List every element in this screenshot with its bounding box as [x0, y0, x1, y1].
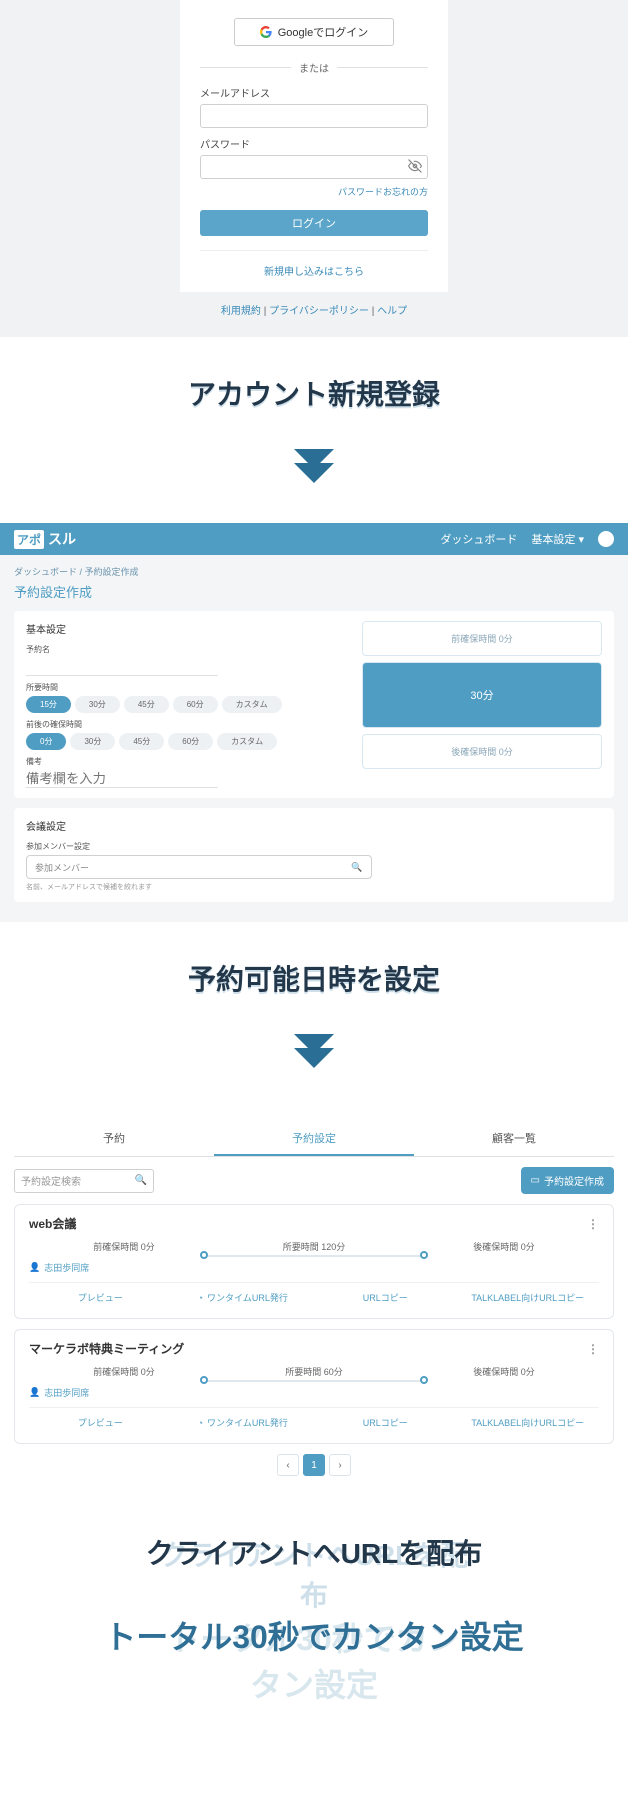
more-icon[interactable]: ⋮: [587, 1217, 599, 1231]
duration-option[interactable]: 60分: [173, 696, 218, 713]
duration-option[interactable]: 30分: [75, 696, 120, 713]
nav-settings[interactable]: 基本設定 ▾: [531, 531, 584, 547]
action-copy-url[interactable]: URLコピー: [314, 1283, 457, 1312]
action-preview[interactable]: プレビュー: [29, 1283, 172, 1312]
duration-option[interactable]: 15分: [26, 696, 71, 713]
tab-reservations[interactable]: 予約: [14, 1122, 214, 1156]
buffer-option[interactable]: 45分: [119, 733, 164, 750]
google-login-label: Googleでログイン: [278, 24, 368, 40]
tab-customers[interactable]: 顧客一覧: [414, 1122, 614, 1156]
action-copy-url[interactable]: URLコピー: [314, 1408, 457, 1437]
create-button[interactable]: ▭ 予約設定作成: [521, 1167, 614, 1194]
signup-link[interactable]: 新規申し込みはこちら: [200, 250, 428, 278]
footer-links: 利用規約 | プライバシーポリシー | ヘルプ: [221, 302, 407, 317]
search-icon: 🔍: [351, 862, 362, 873]
reservation-card: マーケラボ特典ミーティング⋮ 前確保時間 0分 所要時間 60分 後確保時間 0…: [14, 1329, 614, 1444]
login-button[interactable]: ログイン: [200, 210, 428, 236]
app-dashboard-section: アポスル ダッシュボード 基本設定 ▾ ダッシュボード / 予約設定作成 予約設…: [0, 523, 628, 922]
caption-1: アカウント新規登録: [0, 337, 628, 423]
email-label: メールアドレス: [200, 85, 428, 100]
basic-heading: 基本設定: [26, 621, 346, 636]
arrow-down-icon: [0, 1034, 628, 1068]
google-icon: [260, 26, 272, 38]
forgot-password-link[interactable]: パスワードお忘れの方: [200, 185, 428, 198]
members-hint: 名前、メールアドレスで候補を絞れます: [26, 882, 602, 892]
reservation-title: web会議: [29, 1215, 76, 1232]
final-heading: トータル30秒でカンタン設定: [0, 1582, 628, 1688]
time-after-box: 後確保時間 0分: [362, 734, 602, 769]
user-icon: 👤: [29, 1262, 40, 1273]
reservation-owner: 👤志田歩同席: [29, 1261, 599, 1274]
terms-link[interactable]: 利用規約: [221, 306, 261, 317]
action-talklabel-url[interactable]: TALKLABEL向けURLコピー: [457, 1283, 600, 1312]
eye-off-icon[interactable]: [408, 159, 422, 176]
user-icon: 👤: [29, 1387, 40, 1398]
action-onetime-url[interactable]: ◔ワンタイムURL発行: [172, 1408, 315, 1437]
duration-pills: 15分 30分 45分 60分 カスタム: [26, 696, 346, 713]
name-label: 予約名: [26, 644, 346, 655]
email-input[interactable]: [200, 104, 428, 128]
pager: ‹ 1 ›: [14, 1454, 614, 1476]
pager-prev[interactable]: ‹: [277, 1454, 299, 1476]
name-input[interactable]: [26, 658, 218, 676]
action-preview[interactable]: プレビュー: [29, 1408, 172, 1437]
pager-next[interactable]: ›: [329, 1454, 351, 1476]
buffer-option[interactable]: 60分: [168, 733, 213, 750]
help-link[interactable]: ヘルプ: [377, 306, 407, 317]
buffer-label: 前後の確保時間: [26, 719, 346, 730]
page-title: 予約設定作成: [14, 582, 614, 601]
meeting-heading: 会議設定: [26, 818, 602, 833]
members-label: 参加メンバー設定: [26, 841, 602, 852]
duration-label: 所要時間: [26, 682, 346, 693]
clock-icon: ◔: [198, 1418, 203, 1428]
tab-settings[interactable]: 予約設定: [214, 1122, 414, 1156]
breadcrumb-dashboard[interactable]: ダッシュボード: [14, 567, 77, 577]
basic-settings-card: 基本設定 予約名 所要時間 15分 30分 45分 60分 カスタム 前後の確保…: [14, 611, 614, 798]
password-label: パスワード: [200, 136, 428, 151]
login-card: Googleでログイン または メールアドレス パスワード パスワードお忘れの方…: [180, 0, 448, 292]
search-icon: 🔍: [135, 1175, 147, 1186]
pager-page[interactable]: 1: [303, 1454, 325, 1476]
buffer-option[interactable]: カスタム: [217, 733, 277, 750]
reservation-title: マーケラボ特典ミーティング: [29, 1340, 184, 1357]
memo-label: 備考: [26, 756, 346, 767]
buffer-option[interactable]: 0分: [26, 733, 66, 750]
buffer-option[interactable]: 30分: [70, 733, 115, 750]
password-input[interactable]: [200, 155, 428, 179]
login-section: Googleでログイン または メールアドレス パスワード パスワードお忘れの方…: [0, 0, 628, 337]
reservation-owner: 👤志田歩同席: [29, 1386, 599, 1399]
breadcrumb: ダッシュボード / 予約設定作成: [14, 565, 614, 578]
search-input[interactable]: 予約設定検索🔍: [14, 1169, 154, 1193]
meeting-settings-card: 会議設定 参加メンバー設定 参加メンバー 🔍 名前、メールアドレスで候補を絞れま…: [14, 808, 614, 902]
clock-icon: ◔: [198, 1293, 203, 1303]
caption-2: 予約可能日時を設定: [0, 922, 628, 1008]
reservation-list-section: 予約 予約設定 顧客一覧 予約設定検索🔍 ▭ 予約設定作成 web会議⋮ 前確保…: [0, 1108, 628, 1496]
more-icon[interactable]: ⋮: [587, 1342, 599, 1356]
google-login-button[interactable]: Googleでログイン: [234, 18, 394, 46]
time-before-box: 前確保時間 0分: [362, 621, 602, 656]
nav-dashboard[interactable]: ダッシュボード: [440, 531, 517, 547]
tabs: 予約 予約設定 顧客一覧: [14, 1122, 614, 1157]
caption-3: クライアントへURLを配布: [0, 1496, 628, 1582]
app-logo: アポスル: [14, 529, 76, 549]
avatar-icon[interactable]: [598, 531, 614, 547]
duration-option[interactable]: 45分: [124, 696, 169, 713]
arrow-down-icon: [0, 449, 628, 483]
buffer-pills: 0分 30分 45分 60分 カスタム: [26, 733, 346, 750]
calendar-icon: ▭: [531, 1175, 540, 1186]
time-main-box: 30分: [362, 662, 602, 728]
duration-option[interactable]: カスタム: [222, 696, 282, 713]
app-header: アポスル ダッシュボード 基本設定 ▾: [0, 523, 628, 555]
members-input[interactable]: 参加メンバー 🔍: [26, 855, 372, 879]
memo-input[interactable]: [26, 770, 218, 788]
or-divider: または: [200, 60, 428, 75]
reservation-card: web会議⋮ 前確保時間 0分 所要時間 120分 後確保時間 0分 👤志田歩同…: [14, 1204, 614, 1319]
privacy-link[interactable]: プライバシーポリシー: [269, 306, 369, 317]
action-onetime-url[interactable]: ◔ワンタイムURL発行: [172, 1283, 315, 1312]
action-talklabel-url[interactable]: TALKLABEL向けURLコピー: [457, 1408, 600, 1437]
